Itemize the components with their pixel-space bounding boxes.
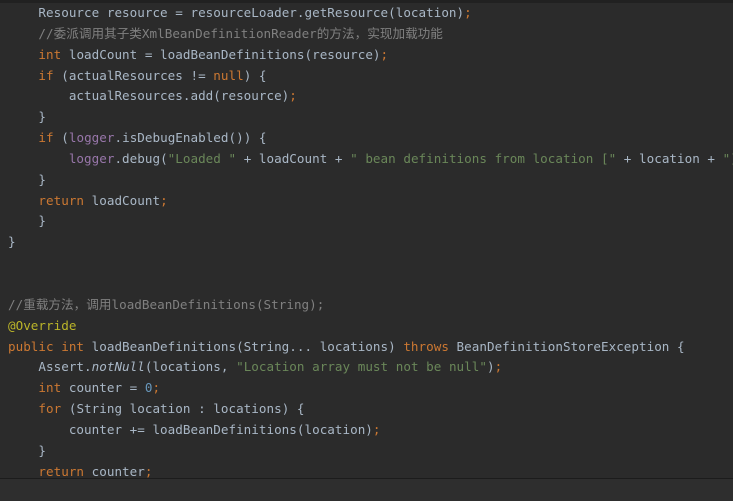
- code-token-default: }: [38, 442, 47, 458]
- code-line[interactable]: logger.debug("Loaded " + loadCount + " b…: [0, 149, 733, 170]
- code-token-string: "Location array must not be null": [236, 359, 487, 375]
- code-token-static: notNull: [91, 359, 145, 375]
- code-token-semi: ;: [494, 359, 503, 375]
- bottom-bar-text: [0, 479, 733, 501]
- code-token-field: logger: [68, 130, 115, 146]
- code-line[interactable]: [0, 274, 733, 295]
- code-line[interactable]: }: [0, 232, 733, 253]
- code-token-keyword: return: [38, 192, 85, 208]
- code-line[interactable]: }: [0, 107, 733, 128]
- code-token-default: }: [38, 171, 47, 187]
- code-line[interactable]: @Override: [0, 316, 733, 337]
- code-token-default: loadCount = loadBeanDefinitions(resource…: [61, 46, 381, 62]
- code-token-keyword: int: [38, 46, 62, 62]
- code-token-semi: ;: [380, 46, 389, 62]
- code-token-default: + loadCount +: [236, 150, 351, 166]
- code-text-area[interactable]: Resource resource = resourceLoader.getRe…: [0, 3, 733, 478]
- code-token-default: (actualResources !=: [53, 67, 214, 83]
- code-token-default: counter =: [61, 380, 145, 396]
- code-token-keyword: return: [38, 463, 85, 478]
- code-line[interactable]: public int loadBeanDefinitions(String...…: [0, 337, 733, 358]
- code-line[interactable]: return counter;: [0, 462, 733, 478]
- code-token-default: ) {: [243, 67, 267, 83]
- code-token-keyword: if: [38, 130, 54, 146]
- code-line[interactable]: }: [0, 441, 733, 462]
- code-token-default: (locations,: [144, 359, 237, 375]
- code-token-semi: ;: [144, 463, 153, 478]
- code-token-string: "]": [722, 150, 733, 166]
- code-token-default: counter: [84, 463, 145, 478]
- code-token-default: .isDebugEnabled()) {: [114, 130, 267, 146]
- code-token-field: logger: [68, 150, 115, 166]
- code-token-comment: //重载方法，调用loadBeanDefinitions(String);: [8, 296, 325, 312]
- code-token-default: actualResources.add(resource): [68, 88, 290, 104]
- code-editor-window: Resource resource = resourceLoader.getRe…: [0, 0, 733, 501]
- code-token-string: " bean definitions from location [": [350, 150, 617, 166]
- code-token-keyword: null: [213, 67, 244, 83]
- code-line[interactable]: for (String location : locations) {: [0, 399, 733, 420]
- code-token-string: "Loaded ": [167, 150, 237, 166]
- code-line[interactable]: //重载方法，调用loadBeanDefinitions(String);: [0, 295, 733, 316]
- code-line[interactable]: }: [0, 211, 733, 232]
- code-token-semi: ;: [372, 421, 381, 437]
- code-token-keyword: int: [38, 380, 62, 396]
- code-token-semi: ;: [160, 192, 168, 208]
- code-token-default: }: [38, 109, 47, 125]
- code-line[interactable]: int counter = 0;: [0, 378, 733, 399]
- code-token-default: BeanDefinitionStoreException {: [448, 338, 685, 354]
- code-token-annot: @Override: [8, 317, 77, 333]
- editor-bottom-bar: [0, 478, 733, 501]
- code-token-default: counter += loadBeanDefinitions(location): [68, 421, 373, 437]
- code-token-default: (: [53, 130, 69, 146]
- code-token-semi: ;: [464, 5, 472, 20]
- code-token-default: + location +: [616, 150, 723, 166]
- code-token-default: }: [8, 234, 16, 250]
- code-token-keyword: throws: [403, 338, 449, 354]
- code-line[interactable]: }: [0, 170, 733, 191]
- code-token-keyword: for: [38, 401, 62, 417]
- code-line[interactable]: actualResources.add(resource);: [0, 86, 733, 107]
- code-token-default: .debug(: [114, 150, 168, 166]
- code-line[interactable]: counter += loadBeanDefinitions(location)…: [0, 420, 733, 441]
- code-token-default: Resource resource = resourceLoader.getRe…: [38, 5, 465, 20]
- code-token-comment: //委派调用其子类XmlBeanDefinitionReader的方法，实现加载…: [38, 25, 443, 41]
- code-token-default: loadCount: [84, 192, 161, 208]
- code-line[interactable]: Resource resource = resourceLoader.getRe…: [0, 3, 733, 24]
- code-line[interactable]: [0, 253, 733, 274]
- code-token-semi: ;: [289, 88, 297, 104]
- code-line[interactable]: int loadCount = loadBeanDefinitions(reso…: [0, 45, 733, 66]
- code-token-keyword: public int: [8, 338, 85, 354]
- code-token-default: loadBeanDefinitions(String... locations): [84, 338, 404, 354]
- code-line[interactable]: return loadCount;: [0, 191, 733, 212]
- code-line[interactable]: //委派调用其子类XmlBeanDefinitionReader的方法，实现加载…: [0, 24, 733, 45]
- code-token-keyword: if: [38, 67, 54, 83]
- code-token-default: Assert.: [38, 359, 92, 375]
- code-token-default: }: [38, 213, 47, 229]
- code-line[interactable]: if (logger.isDebugEnabled()) {: [0, 128, 733, 149]
- code-line[interactable]: Assert.notNull(locations, "Location arra…: [0, 357, 733, 378]
- code-token-default: ): [486, 359, 495, 375]
- code-token-default: (String location : locations) {: [61, 401, 305, 417]
- code-line[interactable]: if (actualResources != null) {: [0, 66, 733, 87]
- code-token-semi: ;: [152, 380, 161, 396]
